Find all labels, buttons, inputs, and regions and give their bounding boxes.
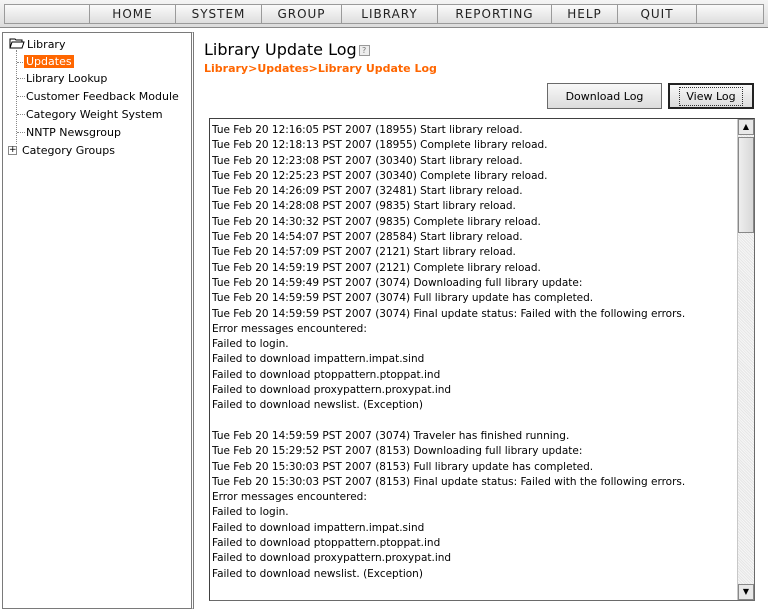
download-log-button[interactable]: Download Log [547, 83, 662, 109]
tree-connector-line [16, 50, 17, 144]
log-line: Tue Feb 20 14:59:59 PST 2007 (3074) Trav… [212, 429, 570, 442]
tree-item-label: Updates [24, 55, 74, 68]
expand-plus-icon[interactable]: + [8, 146, 17, 155]
tree-root-library[interactable]: Library [25, 37, 67, 53]
log-line: Tue Feb 20 14:57:09 PST 2007 (2121) Star… [212, 246, 516, 259]
help-icon[interactable]: ? [358, 45, 370, 56]
log-line: Tue Feb 20 14:26:09 PST 2007 (32481) Sta… [212, 185, 523, 198]
log-line: Tue Feb 20 14:59:19 PST 2007 (2121) Comp… [212, 261, 541, 274]
tree-item-library-lookup[interactable]: Library Lookup [24, 71, 109, 87]
log-line: Failed to download impattern.impat.sind [212, 353, 425, 366]
log-line: Tue Feb 20 14:54:07 PST 2007 (28584) Sta… [212, 231, 523, 244]
log-line: Failed to download proxypattern.proxypat… [212, 552, 452, 565]
vertical-scrollbar[interactable]: ▲ ▼ [737, 119, 754, 600]
scroll-down-icon[interactable]: ▼ [738, 584, 754, 600]
menu-home[interactable]: HOME [89, 4, 175, 24]
menu-library[interactable]: LIBRARY [341, 4, 437, 24]
log-line: Error messages encountered: [212, 322, 367, 335]
menu-spacer-left [4, 4, 89, 24]
tree-item-customer-feedback[interactable]: Customer Feedback Module [24, 89, 181, 105]
view-log-label: View Log [679, 86, 743, 106]
tree-item-label: Category Groups [22, 144, 115, 157]
log-line: Failed to download newslist. (Exception) [212, 567, 423, 580]
tree-item-category-groups[interactable]: Category Groups [20, 143, 117, 159]
menu-spacer-right [696, 4, 764, 24]
open-folder-icon [9, 38, 25, 49]
log-textarea[interactable]: Tue Feb 20 12:16:05 PST 2007 (18955) Sta… [209, 118, 755, 601]
log-line: Failed to login. [212, 338, 289, 351]
menu-system[interactable]: SYSTEM [175, 4, 261, 24]
log-line: Tue Feb 20 14:59:59 PST 2007 (3074) Fina… [212, 307, 686, 320]
log-line: Tue Feb 20 12:18:13 PST 2007 (18955) Com… [212, 139, 548, 152]
log-line: Tue Feb 20 12:23:08 PST 2007 (30340) Sta… [212, 154, 523, 167]
tree-item-category-weight[interactable]: Category Weight System [24, 107, 165, 123]
scroll-up-icon[interactable]: ▲ [738, 119, 754, 135]
tree-item-label: Library Lookup [26, 72, 108, 85]
log-content: Tue Feb 20 12:16:05 PST 2007 (18955) Sta… [212, 123, 734, 582]
log-line: Tue Feb 20 14:30:32 PST 2007 (9835) Comp… [212, 215, 541, 228]
top-menu-bar: HOME SYSTEM GROUP LIBRARY REPORTING HELP… [0, 0, 768, 28]
view-log-button[interactable]: View Log [668, 83, 754, 109]
log-line: Tue Feb 20 15:30:03 PST 2007 (8153) Fina… [212, 475, 686, 488]
log-line: Tue Feb 20 12:25:23 PST 2007 (30340) Com… [212, 169, 548, 182]
log-line: Failed to download proxypattern.proxypat… [212, 384, 452, 397]
log-line: Failed to download newslist. (Exception) [212, 399, 423, 412]
page-title-text: Library Update Log [204, 40, 357, 59]
log-line: Error messages encountered: [212, 491, 367, 504]
menu-group[interactable]: GROUP [261, 4, 341, 24]
library-tree: Library Updates Library Lookup Customer … [2, 32, 194, 609]
breadcrumb[interactable]: Library>Updates>Library Update Log [204, 62, 437, 75]
menu-reporting[interactable]: REPORTING [437, 4, 551, 24]
log-line: Failed to download impattern.impat.sind [212, 521, 425, 534]
log-line: Tue Feb 20 14:59:49 PST 2007 (3074) Down… [212, 276, 583, 289]
menu-quit[interactable]: QUIT [617, 4, 696, 24]
tree-root-label: Library [27, 38, 66, 51]
page-title: Library Update Log? [204, 40, 370, 59]
log-line: Failed to login. [212, 506, 289, 519]
log-line: Failed to download ptoppattern.ptoppat.i… [212, 368, 441, 381]
log-line: Tue Feb 20 14:28:08 PST 2007 (9835) Star… [212, 200, 516, 213]
tree-item-label: NNTP Newsgroup [26, 126, 121, 139]
scroll-thumb[interactable] [738, 137, 754, 233]
tree-item-nntp-newsgroup[interactable]: NNTP Newsgroup [24, 125, 123, 141]
log-line: Tue Feb 20 15:29:52 PST 2007 (8153) Down… [212, 445, 583, 458]
log-line: Tue Feb 20 14:59:59 PST 2007 (3074) Full… [212, 292, 594, 305]
tree-item-label: Category Weight System [26, 108, 163, 121]
tree-item-updates[interactable]: Updates [24, 54, 74, 70]
log-line: Failed to download ptoppattern.ptoppat.i… [212, 537, 441, 550]
log-line: Tue Feb 20 12:16:05 PST 2007 (18955) Sta… [212, 124, 523, 136]
menu-help[interactable]: HELP [551, 4, 617, 24]
log-line: Tue Feb 20 15:30:03 PST 2007 (8153) Full… [212, 460, 594, 473]
tree-item-label: Customer Feedback Module [26, 90, 179, 103]
